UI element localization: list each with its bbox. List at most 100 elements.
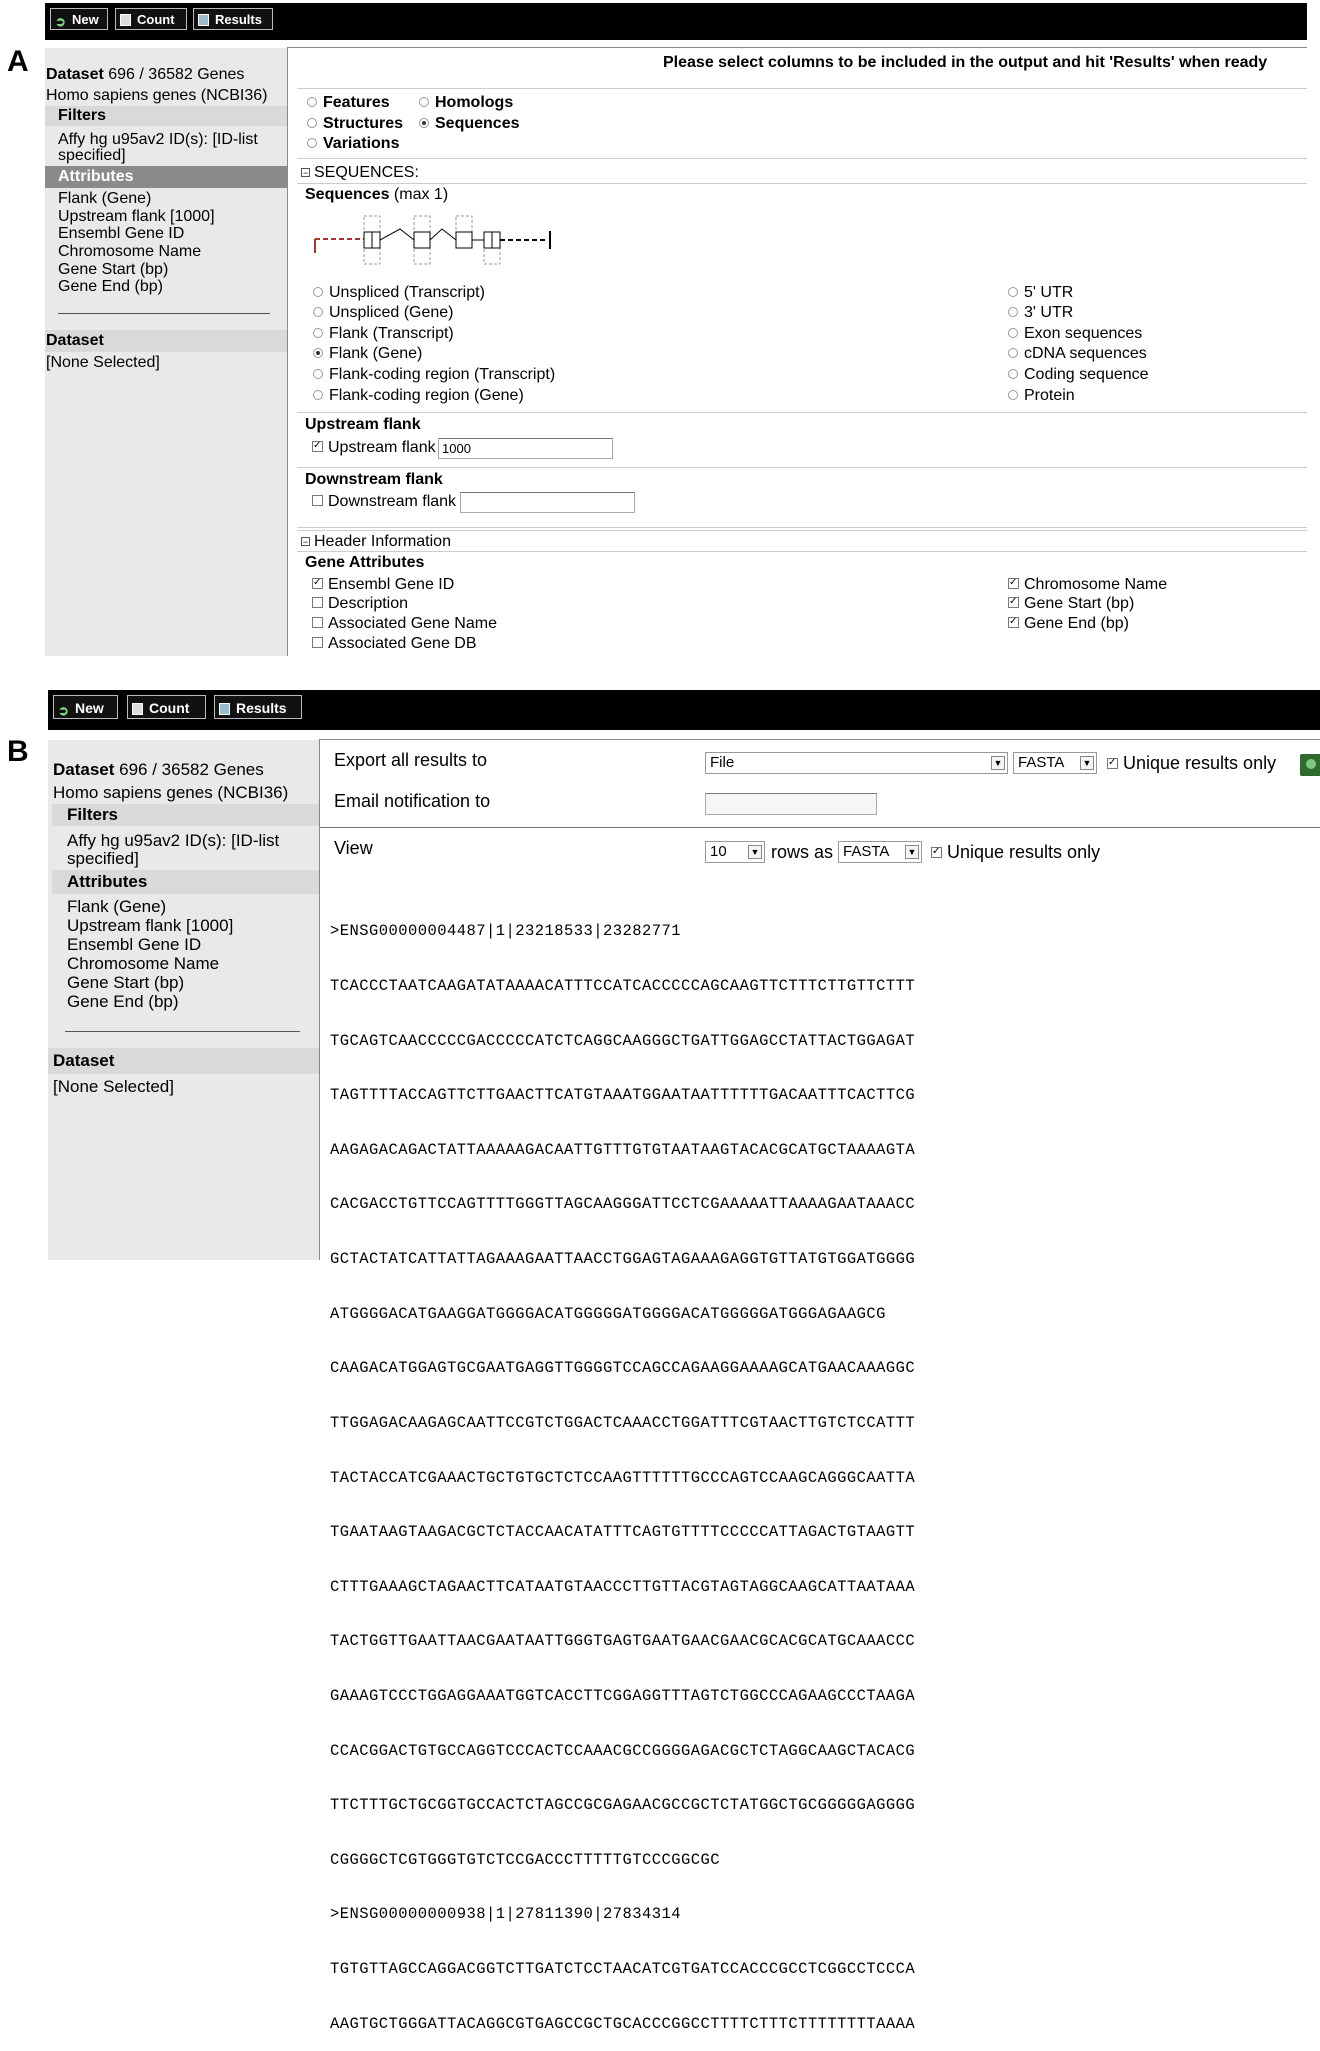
seq-option[interactable]: Unspliced (Transcript) [313,284,485,302]
filters-heading[interactable]: Filters [52,804,319,826]
checkbox-checked-icon[interactable] [931,847,942,858]
collapse-icon[interactable]: − [301,537,310,547]
checkbox-icon[interactable] [312,495,323,506]
results-button[interactable]: Results [214,695,302,719]
checkbox-checked-icon[interactable] [1107,758,1118,769]
export-format-select[interactable]: FASTA ▼ [1013,752,1097,774]
seq-option[interactable]: Flank-coding region (Gene) [313,387,524,405]
sequences-section-header[interactable]: − SEQUENCES: [301,164,419,182]
page-homologs[interactable]: Homologs [419,94,513,112]
seq-option[interactable]: cDNA sequences [1008,345,1147,363]
attributes-heading[interactable]: Attributes [52,870,319,894]
seq-option[interactable]: Flank (Transcript) [313,325,454,343]
view-format-select[interactable]: FASTA ▼ [838,841,922,863]
sequence-line: TGCAGTCAACCCCCGACCCCCATCTCAGGCAAGGGCTGAT… [330,1031,916,1050]
sequence-line: TTGGAGACAAGAGCAATTCCGTCTGGACTCAAACCTGGAT… [330,1413,916,1432]
export-target-select[interactable]: File ▼ [705,752,1008,774]
go-button[interactable] [1300,754,1320,776]
radio-icon[interactable] [313,307,323,317]
radio-icon[interactable] [307,138,317,148]
chevron-down-icon[interactable]: ▼ [991,756,1005,770]
radio-selected-icon[interactable] [419,118,429,128]
radio-icon[interactable] [1008,307,1018,317]
gene-attributes-title: Gene Attributes [305,554,425,571]
dataset2-heading[interactable]: Dataset [48,1048,319,1074]
checkbox-checked-icon[interactable] [312,578,323,589]
radio-icon[interactable] [1008,348,1018,358]
checkbox-checked-icon[interactable] [1008,597,1019,608]
count-button[interactable]: Count [127,695,206,719]
gene-attr-option[interactable]: Associated Gene DB [312,635,477,653]
dataset-summary[interactable]: Dataset 696 / 36582 Genes [53,760,264,780]
upstream-flank-option[interactable]: Upstream flank [312,439,436,457]
downstream-flank-input[interactable] [460,492,635,513]
filter-line-1[interactable]: Affy hg u95av2 ID(s): [ID-list [67,831,279,851]
collapse-icon[interactable]: − [301,168,310,178]
new-button[interactable]: ➲ New [53,695,118,719]
refresh-icon: ➲ [58,703,69,718]
rows-as-label: rows as [771,842,834,862]
upstream-flank-input[interactable]: 1000 [438,438,613,459]
table-icon [219,703,230,715]
view-unique-option[interactable]: Unique results only [931,842,1100,863]
attributes-heading[interactable]: Attributes [45,166,287,188]
checkbox-checked-icon[interactable] [1008,578,1019,589]
count-button[interactable]: Count [115,8,187,30]
chevron-down-icon[interactable]: ▼ [748,845,762,859]
seq-option[interactable]: Unspliced (Gene) [313,304,454,322]
radio-icon[interactable] [313,287,323,297]
checkbox-checked-icon[interactable] [1008,617,1019,628]
radio-icon[interactable] [1008,328,1018,338]
sequence-line: AAGTGCTGGGATTACAGGCGTGAGCCGCTGCACCCGGCCT… [330,2014,916,2033]
seq-option[interactable]: Coding sequence [1008,366,1149,384]
seq-option[interactable]: Exon sequences [1008,325,1142,343]
gene-attr-option[interactable]: Gene Start (bp) [1008,595,1134,613]
radio-icon[interactable] [1008,390,1018,400]
seq-option[interactable]: 3' UTR [1008,304,1073,322]
chevron-down-icon[interactable]: ▼ [1080,756,1094,770]
checkbox-icon[interactable] [312,597,323,608]
results-button[interactable]: Results [193,8,273,30]
seq-option[interactable]: Protein [1008,387,1075,405]
radio-icon[interactable] [1008,287,1018,297]
radio-selected-icon[interactable] [313,348,323,358]
chevron-down-icon[interactable]: ▼ [905,845,919,859]
radio-icon[interactable] [307,118,317,128]
dataset-summary[interactable]: Dataset 696 / 36582 Genes [46,66,244,84]
checkbox-checked-icon[interactable] [312,441,323,452]
sequence-line: GCTACTATCATTATTAGAAAGAATTAACCTGGAGTAGAAA… [330,1250,916,1269]
header-info-section[interactable]: − Header Information [301,533,451,551]
radio-icon[interactable] [307,97,317,107]
attribute-item: Flank (Gene) [58,190,152,207]
attribute-item: Ensembl Gene ID [67,935,202,954]
gene-attr-option[interactable]: Ensembl Gene ID [312,576,454,594]
downstream-flank-option[interactable]: Downstream flank [312,493,456,511]
checkbox-icon[interactable] [312,617,323,628]
export-unique-option[interactable]: Unique results only [1107,753,1276,774]
seq-option[interactable]: 5' UTR [1008,284,1073,302]
checkbox-icon[interactable] [312,637,323,648]
gene-attr-option[interactable]: Description [312,595,408,613]
gene-attr-option[interactable]: Chromosome Name [1008,576,1167,594]
radio-icon[interactable] [313,390,323,400]
page-features[interactable]: Features [307,94,390,112]
page-sequences[interactable]: Sequences [419,115,519,133]
filters-heading[interactable]: Filters [45,106,287,126]
email-input[interactable] [705,793,877,815]
radio-icon[interactable] [1008,369,1018,379]
radio-icon[interactable] [313,328,323,338]
page-structures[interactable]: Structures [307,115,403,133]
radio-icon[interactable] [419,97,429,107]
seq-option[interactable]: Flank-coding region (Transcript) [313,366,555,384]
seq-option[interactable]: Flank (Gene) [313,345,422,363]
header-info-rule-2 [297,530,1307,531]
sequence-line: >ENSG00000000938|1|27811390|27834314 [330,1905,682,1924]
gene-attr-option[interactable]: Gene End (bp) [1008,615,1129,633]
new-button[interactable]: ➲ New [50,8,108,30]
attribute-item: Upstream flank [1000] [58,208,215,225]
rows-select[interactable]: 10 ▼ [705,841,765,863]
gene-attr-option[interactable]: Associated Gene Name [312,615,497,633]
page-variations[interactable]: Variations [307,135,399,153]
radio-icon[interactable] [313,369,323,379]
dataset2-heading[interactable]: Dataset [45,330,287,352]
